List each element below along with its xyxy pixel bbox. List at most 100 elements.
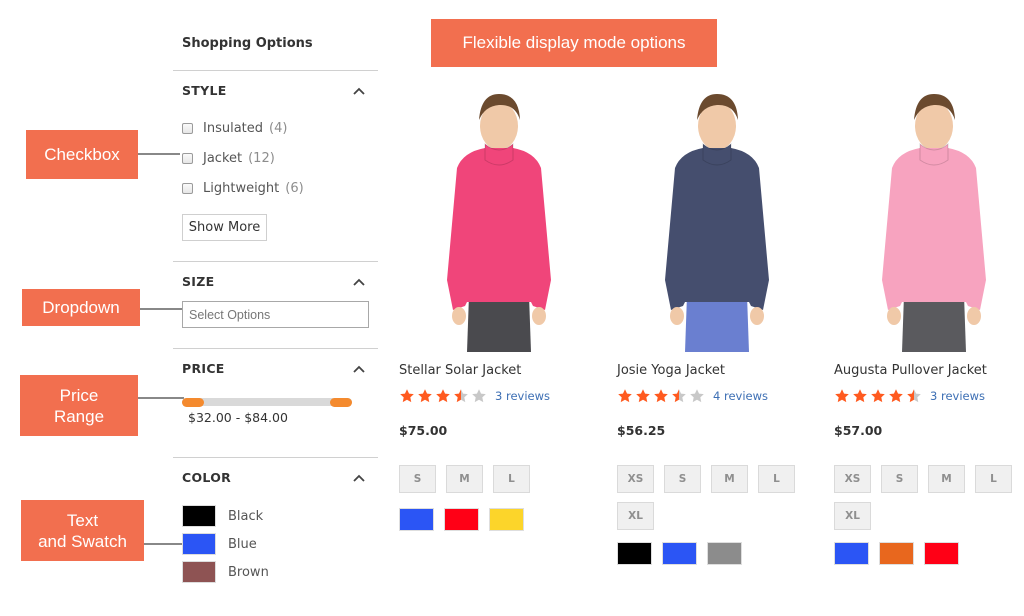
connector-swatch	[144, 543, 184, 545]
size-option-button[interactable]: M	[446, 465, 483, 493]
checkbox[interactable]	[182, 123, 193, 134]
size-option-button[interactable]: S	[881, 465, 918, 493]
filter-option[interactable]: Insulated (4)	[182, 121, 287, 136]
product-name-link[interactable]: Stellar Solar Jacket	[399, 363, 521, 378]
size-options: XS S M L XL	[617, 465, 817, 530]
color-swatch-option[interactable]	[879, 542, 914, 565]
callout-swatch-line2: and Swatch	[38, 531, 127, 551]
filter-option[interactable]: Lightweight (6)	[182, 181, 304, 196]
size-option-button[interactable]: L	[758, 465, 795, 493]
checkbox[interactable]	[182, 153, 193, 164]
option-count: (4)	[269, 121, 288, 136]
color-swatch-option[interactable]	[489, 508, 524, 531]
color-swatch-option[interactable]	[707, 542, 742, 565]
option-count: (12)	[248, 151, 275, 166]
price-slider-max-handle[interactable]	[330, 398, 352, 407]
color-options	[617, 542, 742, 565]
size-select-dropdown[interactable]: Select Options	[182, 301, 369, 328]
size-options: SML	[399, 465, 599, 493]
star-icon	[871, 389, 885, 403]
star-icon	[907, 389, 921, 403]
chevron-up-icon[interactable]	[352, 86, 366, 96]
color-swatch-option[interactable]	[834, 542, 869, 565]
product-name-link[interactable]: Josie Yoga Jacket	[617, 363, 725, 378]
product-price: $75.00	[399, 423, 448, 438]
product-name-link[interactable]: Augusta Pullover Jacket	[834, 363, 987, 378]
color-swatch-option[interactable]	[617, 542, 652, 565]
color-swatch[interactable]	[182, 561, 216, 583]
callout-dropdown-text: Dropdown	[42, 298, 120, 317]
star-icon	[436, 389, 450, 403]
callout-dropdown: Dropdown	[22, 289, 140, 326]
price-slider[interactable]	[182, 398, 352, 407]
filter-option[interactable]: Jacket (12)	[182, 151, 275, 166]
chevron-up-icon[interactable]	[352, 473, 366, 483]
color-swatch-option[interactable]	[444, 508, 479, 531]
size-option-button[interactable]: XL	[617, 502, 654, 530]
product-image[interactable]	[399, 80, 599, 352]
size-option-button[interactable]: S	[664, 465, 701, 493]
star-icon	[853, 389, 867, 403]
reviews-link[interactable]: 4 reviews	[713, 389, 768, 403]
display-mode-banner: Flexible display mode options	[431, 19, 717, 67]
chevron-up-icon[interactable]	[352, 364, 366, 374]
size-option-button[interactable]: XL	[834, 502, 871, 530]
filter-heading-style[interactable]: STYLE	[182, 83, 227, 98]
option-count: (6)	[285, 181, 304, 196]
connector-price	[138, 397, 184, 399]
product-price: $57.00	[834, 423, 883, 438]
divider	[173, 348, 378, 349]
size-option-button[interactable]: S	[399, 465, 436, 493]
rating-stars	[834, 388, 924, 404]
callout-swatch-line1: Text	[66, 510, 99, 530]
color-swatch-option[interactable]	[924, 542, 959, 565]
color-filter-option[interactable]: Black	[182, 505, 263, 527]
reviews-link[interactable]: 3 reviews	[930, 389, 985, 403]
color-filter-option[interactable]: Brown	[182, 561, 269, 583]
star-icon	[636, 389, 650, 403]
size-options: XS S M L XL	[834, 465, 1024, 530]
size-option-button[interactable]: XS	[617, 465, 654, 493]
star-icon	[400, 389, 414, 403]
shopping-options-title: Shopping Options	[182, 36, 313, 51]
size-option-button[interactable]: M	[928, 465, 965, 493]
product-image[interactable]	[617, 80, 817, 352]
price-range-text: $32.00 - $84.00	[188, 410, 288, 425]
checkbox[interactable]	[182, 183, 193, 194]
filter-heading-price[interactable]: PRICE	[182, 361, 225, 376]
callout-price-range: Price Range	[20, 375, 138, 436]
color-swatch-option[interactable]	[662, 542, 697, 565]
star-icon	[618, 389, 632, 403]
divider	[173, 70, 378, 71]
color-swatch[interactable]	[182, 505, 216, 527]
star-icon	[418, 389, 432, 403]
option-label: Insulated	[203, 121, 264, 136]
star-icon	[690, 389, 704, 403]
size-option-button[interactable]: XS	[834, 465, 871, 493]
size-option-button[interactable]: M	[711, 465, 748, 493]
size-option-button[interactable]: L	[493, 465, 530, 493]
callout-price-line1: Price	[59, 385, 99, 405]
reviews-link[interactable]: 3 reviews	[495, 389, 550, 403]
price-slider-min-handle[interactable]	[182, 398, 204, 407]
size-select-placeholder: Select Options	[189, 307, 271, 322]
star-icon	[835, 389, 849, 403]
rating-stars	[617, 388, 707, 404]
show-more-button[interactable]: Show More	[182, 214, 267, 241]
star-icon	[472, 389, 486, 403]
divider	[173, 261, 378, 262]
rating-stars	[399, 388, 489, 404]
product-image[interactable]	[834, 80, 1024, 352]
color-swatch-option[interactable]	[399, 508, 434, 531]
divider	[173, 457, 378, 458]
color-filter-option[interactable]: Blue	[182, 533, 257, 555]
filter-heading-size[interactable]: SIZE	[182, 274, 214, 289]
color-label: Blue	[228, 536, 257, 552]
color-options	[399, 508, 524, 531]
color-swatch[interactable]	[182, 533, 216, 555]
size-option-button[interactable]: L	[975, 465, 1012, 493]
color-label: Black	[228, 508, 264, 524]
filter-heading-color[interactable]: COLOR	[182, 470, 231, 485]
chevron-up-icon[interactable]	[352, 277, 366, 287]
color-label: Brown	[228, 564, 269, 580]
